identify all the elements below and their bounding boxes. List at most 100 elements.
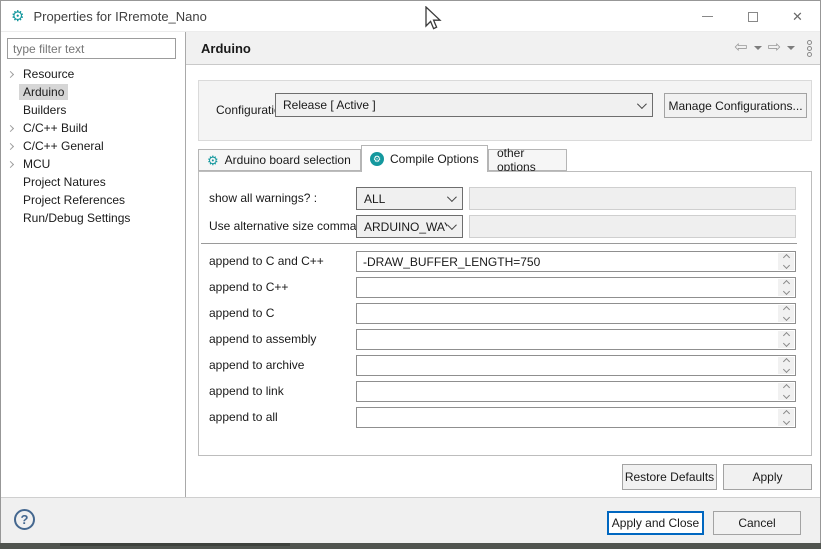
- app-gear-icon: ⚙: [11, 9, 24, 24]
- append-all-label: append to all: [209, 410, 278, 424]
- page-header: Arduino ⇦ ⇨: [186, 32, 820, 65]
- tab-arduino-board-selection[interactable]: ⚙ Arduino board selection: [198, 149, 361, 171]
- tree-item-project-references[interactable]: Project References: [1, 191, 185, 209]
- minimize-icon: [702, 16, 713, 17]
- append-c-field-wrap: [356, 303, 796, 324]
- append-archive-label: append to archive: [209, 358, 304, 372]
- spinner-icon[interactable]: [778, 253, 794, 270]
- tab-label: Arduino board selection: [225, 153, 351, 167]
- tree-item-builders[interactable]: Builders: [1, 101, 185, 119]
- warnings-label: show all warnings? :: [209, 191, 317, 205]
- spinner-icon[interactable]: [778, 305, 794, 322]
- tree-item-run-debug-settings[interactable]: Run/Debug Settings: [1, 209, 185, 227]
- tree-item-resource[interactable]: Resource: [1, 65, 185, 83]
- maximize-icon: [748, 12, 758, 22]
- back-arrow-icon[interactable]: ⇦: [734, 40, 747, 56]
- filter-input[interactable]: [7, 38, 176, 59]
- spinner-icon[interactable]: [778, 279, 794, 296]
- configuration-select[interactable]: Release [ Active ]: [275, 93, 653, 117]
- chevron-down-icon: [637, 99, 647, 109]
- manage-configurations-button[interactable]: Manage Configurations...: [664, 93, 807, 118]
- tree-item-cpp-build[interactable]: C/C++ Build: [1, 119, 185, 137]
- append-all-input[interactable]: [357, 408, 795, 427]
- dialog-footer: ? Apply and Close Cancel: [1, 497, 820, 543]
- append-c-input[interactable]: [357, 304, 795, 323]
- close-button[interactable]: ✕: [775, 1, 820, 32]
- tab-compile-options[interactable]: ⚙ Compile Options: [361, 145, 488, 172]
- configuration-group: Configuration: Release [ Active ] Manage…: [198, 80, 812, 141]
- append-assembly-label: append to assembly: [209, 332, 316, 346]
- spinner-icon[interactable]: [778, 357, 794, 374]
- append-archive-input[interactable]: [357, 356, 795, 375]
- spinner-icon[interactable]: [778, 331, 794, 348]
- window-title: Properties for IRremote_Nano: [33, 9, 206, 24]
- tree-item-label: Project Natures: [19, 174, 110, 190]
- warnings-custom-field: [469, 187, 796, 210]
- tree-item-arduino[interactable]: Arduino: [1, 83, 185, 101]
- close-icon: ✕: [792, 9, 803, 25]
- maximize-button[interactable]: [730, 1, 775, 32]
- gear-badge-icon: ⚙: [370, 152, 384, 166]
- forward-arrow-icon[interactable]: ⇨: [768, 40, 781, 56]
- back-dropdown-caret-icon[interactable]: [754, 46, 762, 50]
- warnings-value: ALL: [357, 192, 447, 206]
- apply-button[interactable]: Apply: [723, 464, 812, 490]
- append-link-input[interactable]: [357, 382, 795, 401]
- expand-chevron-icon[interactable]: [1, 162, 19, 167]
- spinner-icon[interactable]: [778, 383, 794, 400]
- minimize-button[interactable]: [685, 1, 730, 32]
- spinner-icon[interactable]: [778, 409, 794, 426]
- append-cpp-field-wrap: [356, 277, 796, 298]
- append-assembly-field-wrap: [356, 329, 796, 350]
- cancel-button[interactable]: Cancel: [713, 511, 801, 535]
- tree-item-mcu[interactable]: MCU: [1, 155, 185, 173]
- expand-chevron-icon[interactable]: [1, 72, 19, 77]
- tab-label: Compile Options: [390, 152, 479, 166]
- view-menu-icon[interactable]: [807, 40, 812, 57]
- tree-item-label: MCU: [19, 156, 54, 172]
- tree-item-cpp-general[interactable]: C/C++ General: [1, 137, 185, 155]
- append-link-field-wrap: [356, 381, 796, 402]
- append-c-cpp-label: append to C and C++: [209, 254, 324, 268]
- append-link-label: append to link: [209, 384, 284, 398]
- expand-chevron-icon[interactable]: [1, 144, 19, 149]
- background-window-text: [60, 543, 290, 546]
- size-command-custom-field: [469, 215, 796, 238]
- tree-item-label: Resource: [19, 66, 78, 82]
- tab-other-options[interactable]: other options: [488, 149, 567, 171]
- window-controls: ✕: [685, 1, 820, 32]
- append-archive-field-wrap: [356, 355, 796, 376]
- header-nav: ⇦ ⇨: [734, 32, 812, 64]
- expand-chevron-icon[interactable]: [1, 126, 19, 131]
- apply-and-close-button[interactable]: Apply and Close: [607, 511, 704, 535]
- properties-tree: Resource Arduino Builders C/C++ Build C/…: [1, 65, 185, 227]
- gear-icon: ⚙: [207, 154, 219, 167]
- tree-item-label: C/C++ General: [19, 138, 108, 154]
- size-command-value: ARDUINO_WAY: [357, 220, 447, 234]
- background-window-strip: [0, 543, 821, 549]
- warnings-select[interactable]: ALL: [356, 187, 463, 210]
- size-command-select[interactable]: ARDUINO_WAY: [356, 215, 463, 238]
- append-c-label: append to C: [209, 306, 274, 320]
- tree-item-label: Run/Debug Settings: [19, 210, 134, 226]
- compile-options-panel: show all warnings? : ALL Use alternative…: [198, 171, 812, 456]
- chevron-down-icon: [447, 192, 457, 202]
- append-cpp-input[interactable]: [357, 278, 795, 297]
- help-icon[interactable]: ?: [14, 509, 35, 530]
- append-assembly-input[interactable]: [357, 330, 795, 349]
- page-title: Arduino: [201, 41, 251, 56]
- append-all-field-wrap: [356, 407, 796, 428]
- tree-item-label: Builders: [19, 102, 70, 118]
- section-divider: [201, 243, 797, 244]
- append-cpp-label: append to C++: [209, 280, 288, 294]
- forward-dropdown-caret-icon[interactable]: [787, 46, 795, 50]
- chevron-down-icon: [447, 220, 457, 230]
- tab-label: other options: [497, 146, 558, 174]
- restore-defaults-button[interactable]: Restore Defaults: [622, 464, 717, 490]
- sidebar: Resource Arduino Builders C/C++ Build C/…: [1, 32, 186, 497]
- append-c-cpp-input[interactable]: [357, 252, 795, 271]
- properties-dialog: ⚙ Properties for IRremote_Nano ✕ Resourc…: [0, 0, 821, 549]
- tree-item-label: Project References: [19, 192, 129, 208]
- configuration-value: Release [ Active ]: [276, 98, 637, 112]
- tree-item-project-natures[interactable]: Project Natures: [1, 173, 185, 191]
